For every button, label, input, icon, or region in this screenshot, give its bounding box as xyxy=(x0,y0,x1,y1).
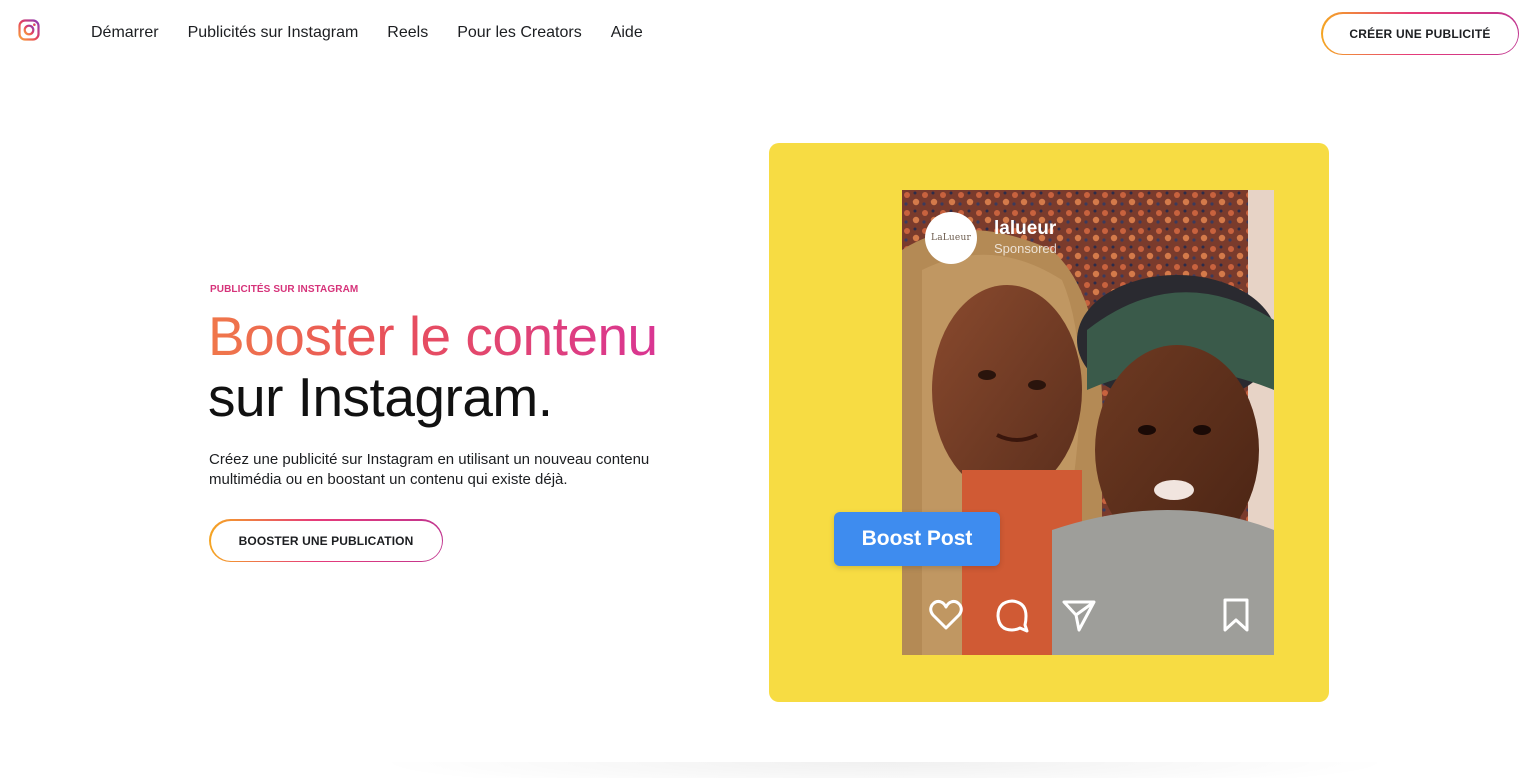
instagram-logo-icon[interactable] xyxy=(18,19,40,41)
heart-icon[interactable] xyxy=(926,595,966,635)
nav-links: Démarrer Publicités sur Instagram Reels … xyxy=(91,23,672,43)
hero-headline-line2: sur Instagram. xyxy=(208,366,553,428)
create-ad-button-label: CRÉER UNE PUBLICITÉ xyxy=(1322,13,1518,54)
boost-publication-button[interactable]: BOOSTER UNE PUBLICATION xyxy=(209,519,443,562)
boost-publication-button-label: BOOSTER UNE PUBLICATION xyxy=(210,520,442,561)
nav-link-demarrer[interactable]: Démarrer xyxy=(91,23,159,43)
nav-link-aide[interactable]: Aide xyxy=(611,23,643,43)
post-header: LaLueur lalueur Sponsored xyxy=(925,212,1057,264)
top-navigation: Démarrer Publicités sur Instagram Reels … xyxy=(0,0,1536,66)
account-info: lalueur Sponsored xyxy=(994,218,1057,258)
bookmark-icon[interactable] xyxy=(1216,595,1256,635)
account-avatar[interactable]: LaLueur xyxy=(925,212,977,264)
account-handle[interactable]: lalueur xyxy=(994,218,1057,240)
hero-headline: Booster le contenu sur Instagram. xyxy=(208,306,658,428)
hero-description: Créez une publicité sur Instagram en uti… xyxy=(209,451,650,488)
boost-post-button[interactable]: Boost Post xyxy=(834,512,1000,566)
share-icon[interactable] xyxy=(1059,595,1099,635)
hero-eyebrow: PUBLICITÉS SUR INSTAGRAM xyxy=(210,284,359,295)
comment-icon[interactable] xyxy=(992,595,1032,635)
sponsored-label: Sponsored xyxy=(994,241,1057,256)
hero-headline-line1: Booster le contenu xyxy=(208,305,658,367)
nav-link-creators[interactable]: Pour les Creators xyxy=(457,23,582,43)
post-action-row xyxy=(902,595,1274,639)
nav-link-publicites[interactable]: Publicités sur Instagram xyxy=(188,23,359,43)
create-ad-button[interactable]: CRÉER UNE PUBLICITÉ xyxy=(1321,12,1519,55)
nav-link-reels[interactable]: Reels xyxy=(387,23,428,43)
section-divider-shadow xyxy=(370,762,1400,778)
sponsored-post-preview: LaLueur lalueur Sponsored xyxy=(902,190,1274,655)
